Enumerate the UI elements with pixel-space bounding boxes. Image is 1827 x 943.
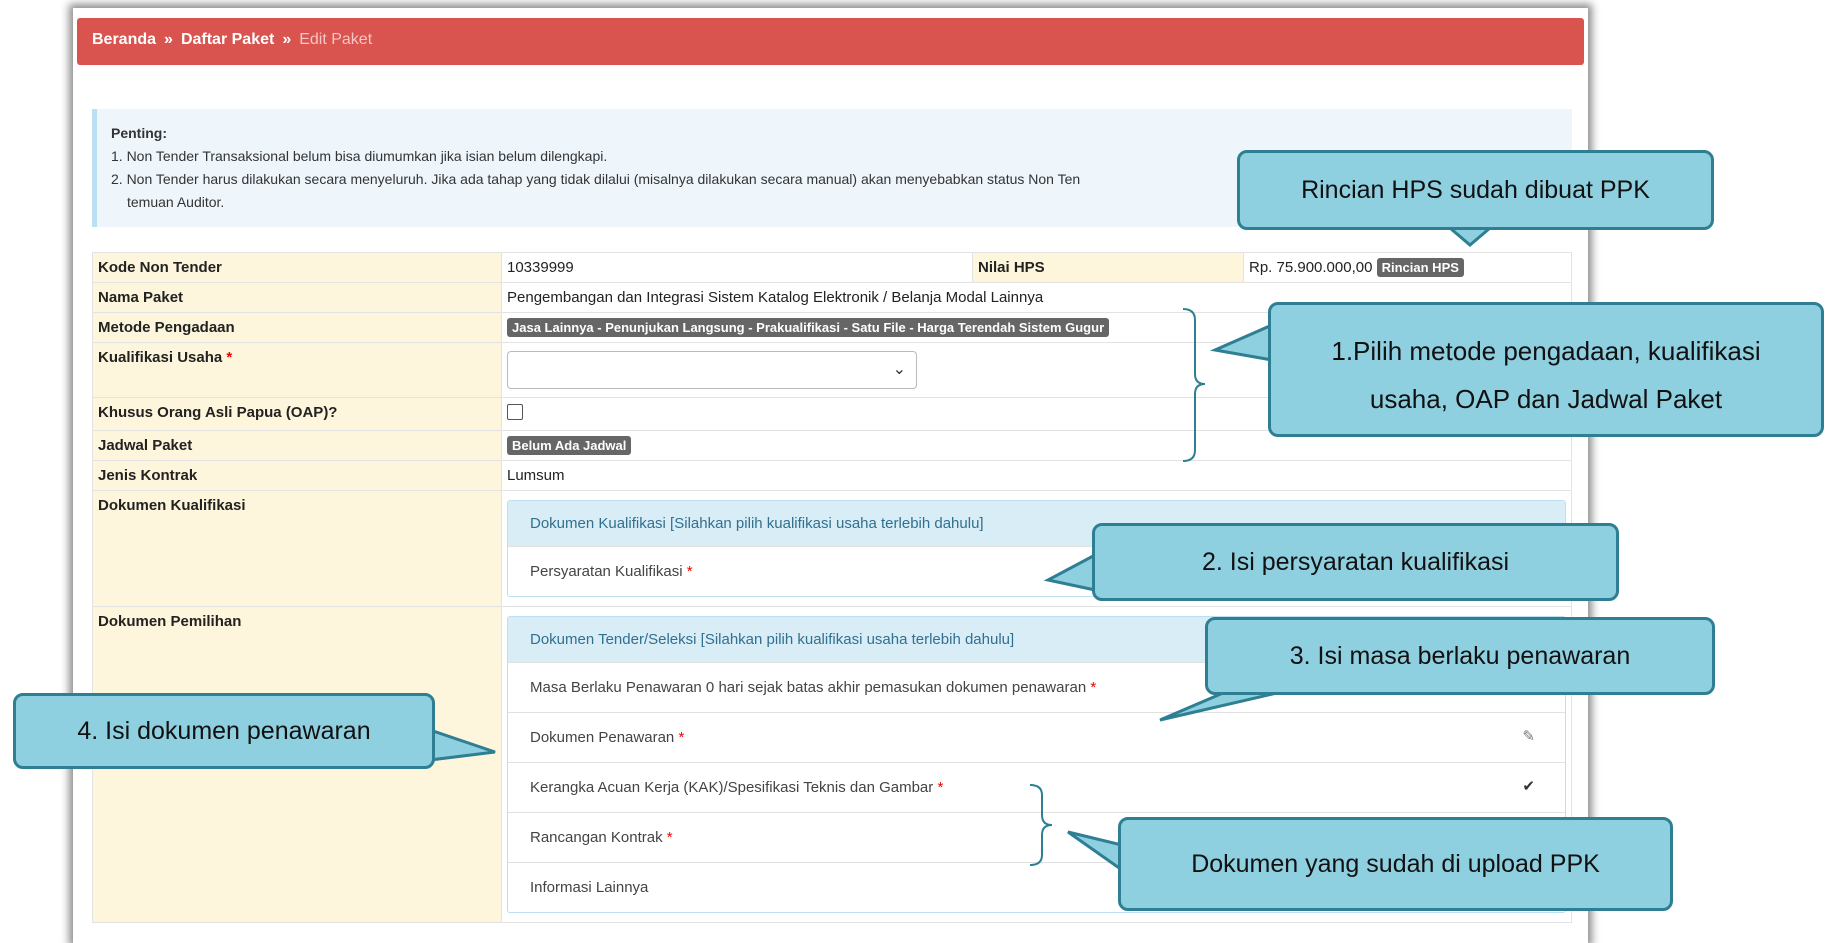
callout-step2: 2. Isi persyaratan kualifikasi xyxy=(1092,523,1619,601)
callout-step2-text: 2. Isi persyaratan kualifikasi xyxy=(1201,548,1510,576)
bracket-uploaded xyxy=(1029,784,1053,866)
pointer-uploaded xyxy=(1067,830,1124,873)
callout-hps: Rincian HPS sudah dibuat PPK xyxy=(1237,150,1714,230)
callout-step3-text: 3. Isi masa berlaku penawaran xyxy=(1289,642,1631,670)
callout-hps-text: Rincian HPS sudah dibuat PPK xyxy=(1301,176,1650,204)
callout-step3: 3. Isi masa berlaku penawaran xyxy=(1205,617,1715,695)
pointer-step2 xyxy=(1043,552,1097,592)
bracket-step1 xyxy=(1182,308,1206,462)
pointer-step4 xyxy=(428,727,496,762)
pointer-hps xyxy=(1445,226,1495,247)
callout-step4: 4. Isi dokumen penawaran xyxy=(13,693,435,769)
pointer-step1 xyxy=(1209,322,1274,362)
callout-step1-line2: usaha, OAP dan Jadwal Paket xyxy=(1369,384,1723,414)
callout-uploaded-text: Dokumen yang sudah di upload PPK xyxy=(1191,850,1600,878)
callout-step1-line1: 1.Pilih metode pengadaan, kualifikasi xyxy=(1331,336,1761,366)
callout-step4-text: 4. Isi dokumen penawaran xyxy=(77,717,371,745)
callout-step1: 1.Pilih metode pengadaan, kualifikasi us… xyxy=(1268,302,1824,437)
annotation-pointers xyxy=(428,226,1495,873)
callout-uploaded: Dokumen yang sudah di upload PPK xyxy=(1118,817,1673,911)
